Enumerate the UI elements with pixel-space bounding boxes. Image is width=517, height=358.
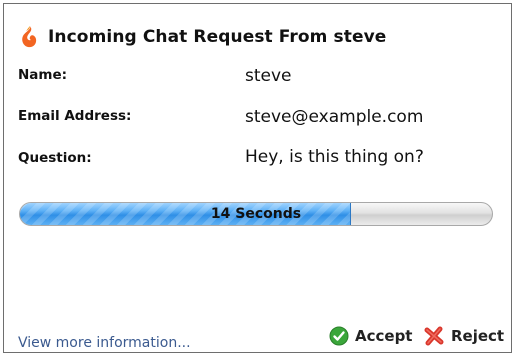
view-more-info-link[interactable]: View more information... — [18, 335, 191, 351]
name-label: Name: — [18, 67, 68, 83]
question-value: Hey, is this thing on? — [245, 147, 424, 167]
reject-label: Reject — [451, 327, 505, 345]
reject-button[interactable]: Reject — [423, 324, 504, 348]
flame-logo-icon — [22, 26, 37, 48]
dialog-header: Incoming Chat Request From steve — [18, 24, 386, 50]
email-label: Email Address: — [18, 108, 132, 124]
dialog-title: Incoming Chat Request From steve — [48, 27, 387, 47]
email-value: steve@example.com — [245, 107, 424, 127]
progress-label: 14 Seconds — [210, 206, 302, 222]
check-circle-icon — [329, 326, 349, 346]
accept-label: Accept — [355, 327, 413, 345]
countdown-progress-bar: 14 Seconds — [19, 202, 493, 226]
chat-request-dialog: Incoming Chat Request From steve Name: s… — [3, 3, 512, 353]
accept-button[interactable]: Accept — [329, 324, 412, 348]
question-label: Question: — [18, 150, 92, 166]
red-x-icon — [424, 326, 444, 346]
name-value: steve — [245, 66, 292, 86]
